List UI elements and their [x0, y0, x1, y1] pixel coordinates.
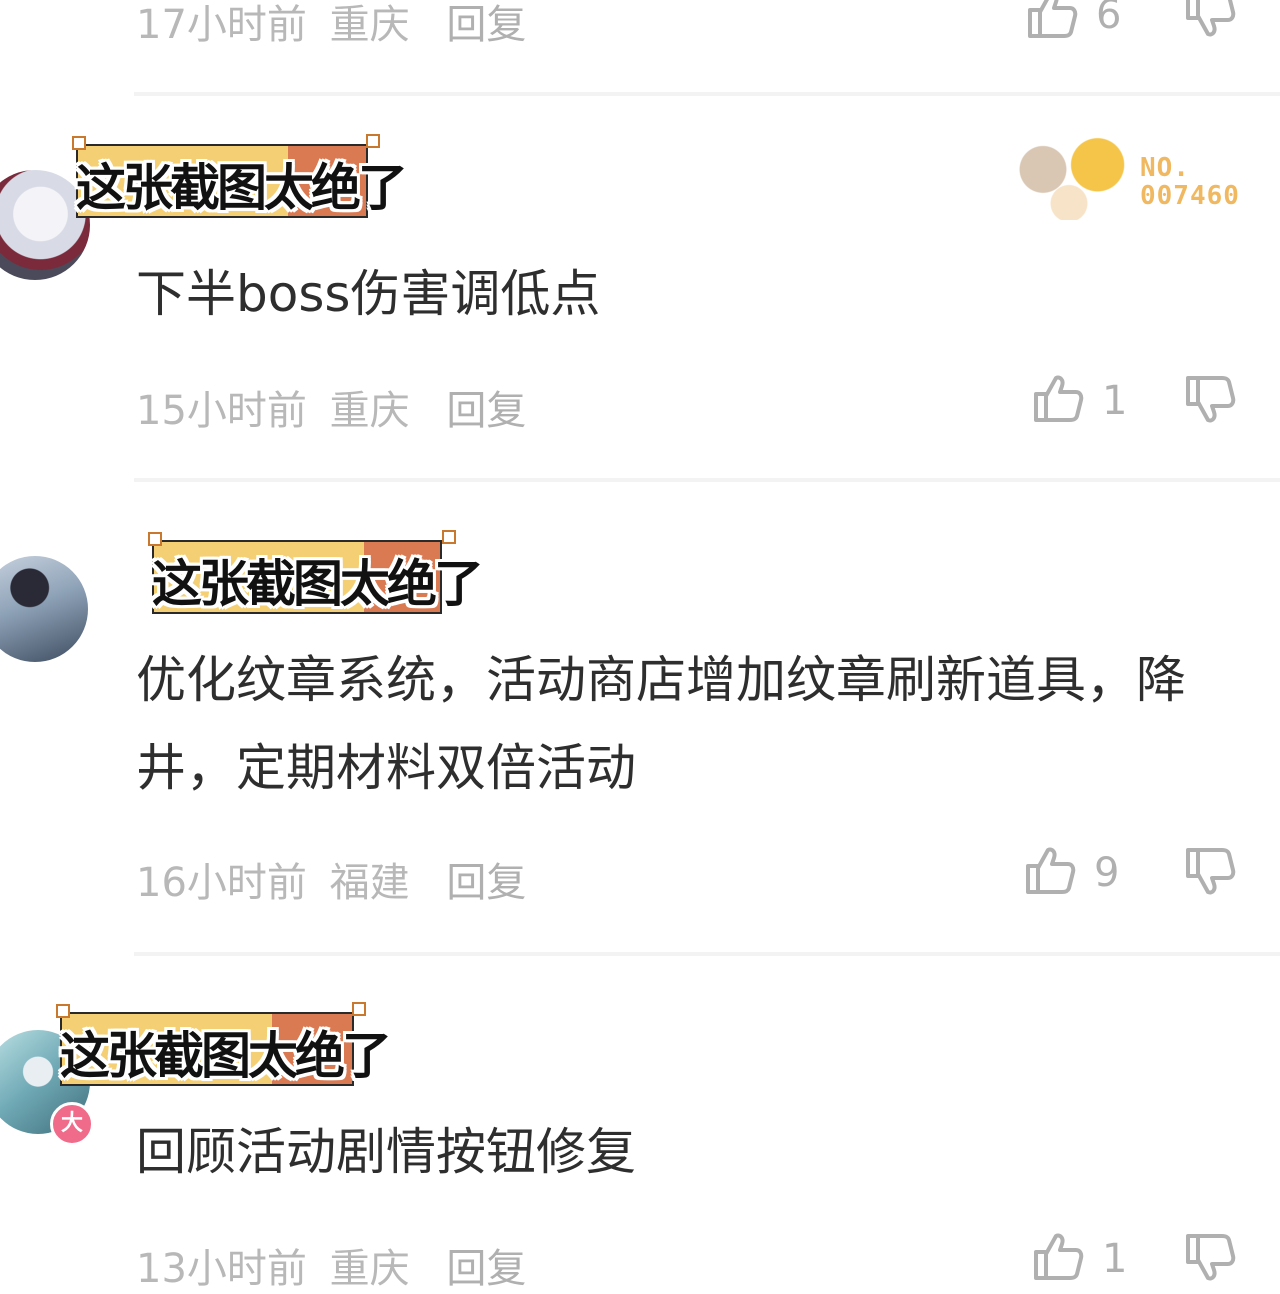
- thumbs-down-icon: [1186, 848, 1236, 895]
- comment-content-line: 井，定期材料双倍活动: [136, 739, 636, 797]
- like-count: 1: [1102, 378, 1128, 424]
- thumbs-down-icon: [1186, 0, 1236, 37]
- caption-sticker: 这张截图太绝了: [72, 134, 452, 218]
- avatar[interactable]: [0, 556, 88, 662]
- like-button[interactable]: [1032, 372, 1084, 424]
- comment-location: 重庆: [329, 2, 410, 48]
- like-button[interactable]: [1032, 1230, 1084, 1282]
- comment-location: 福建: [329, 860, 410, 906]
- thumbs-up-icon: [1034, 375, 1084, 422]
- comment-meta: 16小时前 福建 回复: [136, 850, 526, 908]
- comment-time: 16小时前: [136, 860, 307, 906]
- like-count: 9: [1094, 850, 1120, 896]
- caption-text: 这张截图太绝了: [152, 555, 484, 613]
- dislike-button[interactable]: [1184, 0, 1236, 40]
- comment-content: 回顾活动剧情按钮修复: [136, 1123, 636, 1181]
- comment-location: 重庆: [329, 1246, 410, 1292]
- comment-time: 17小时前: [136, 2, 307, 48]
- comment-meta: 15小时前 重庆 回复: [136, 378, 526, 436]
- thumbs-up-icon: [1028, 0, 1078, 38]
- comment-content-line: 优化纹章系统，活动商店增加纹章刷新道具，降: [136, 651, 1186, 709]
- comment-meta: 17小时前 重庆 回复: [136, 0, 526, 50]
- user-badge: NO. 007460: [1004, 128, 1264, 220]
- caption-sticker: 这张截图太绝了: [56, 1002, 436, 1086]
- comment-content: 下半boss伤害调低点: [136, 265, 601, 323]
- caption-text: 这张截图太绝了: [60, 1027, 392, 1085]
- comment-time: 15小时前: [136, 388, 307, 434]
- like-button[interactable]: [1024, 844, 1076, 896]
- like-count: 6: [1096, 0, 1122, 38]
- caption-text: 这张截图太绝了: [76, 159, 408, 217]
- divider: [134, 92, 1280, 96]
- reply-button[interactable]: 回复: [446, 1246, 526, 1292]
- divider: [134, 952, 1280, 956]
- dislike-button[interactable]: [1184, 1232, 1236, 1284]
- divider: [134, 478, 1280, 482]
- thumbs-down-icon: [1186, 1234, 1236, 1281]
- reply-button[interactable]: 回复: [446, 2, 526, 48]
- reply-button[interactable]: 回复: [446, 860, 526, 906]
- thumbs-up-icon: [1034, 1233, 1084, 1280]
- like-button[interactable]: [1026, 0, 1078, 40]
- comment-location: 重庆: [329, 388, 410, 434]
- comment-time: 13小时前: [136, 1246, 307, 1292]
- reply-button[interactable]: 回复: [446, 388, 526, 434]
- badge-character-art: [1004, 128, 1134, 220]
- thumbs-down-icon: [1186, 376, 1236, 423]
- badge-label: NO. 007460: [1140, 153, 1240, 211]
- comment-meta: 13小时前 重庆 回复: [136, 1236, 526, 1294]
- avatar-badge: 大: [50, 1102, 94, 1146]
- caption-sticker: 这张截图太绝了: [148, 530, 528, 614]
- dislike-button[interactable]: [1184, 374, 1236, 426]
- dislike-button[interactable]: [1184, 846, 1236, 898]
- like-count: 1: [1102, 1236, 1128, 1282]
- thumbs-up-icon: [1026, 847, 1076, 894]
